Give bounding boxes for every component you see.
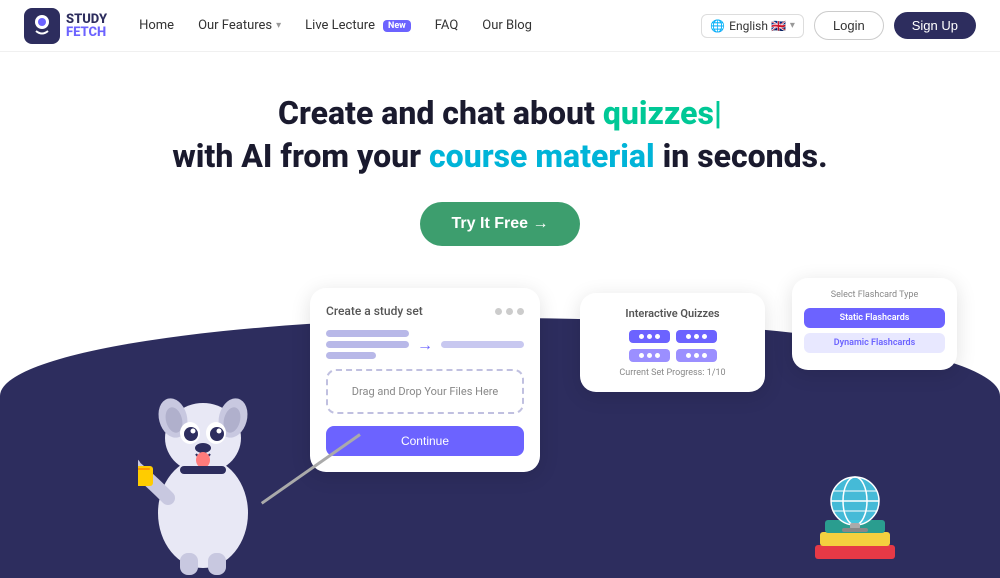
drop-label: Drag and Drop Your Files Here — [352, 385, 499, 398]
quiz-card-title: Interactive Quizzes — [594, 307, 751, 320]
nav-blog-label: Our Blog — [482, 18, 532, 33]
q-dot9 — [655, 353, 660, 358]
nav-live-lecture[interactable]: Live Lecture New — [305, 18, 411, 33]
line2 — [326, 341, 409, 348]
quiz-row1 — [594, 330, 751, 343]
nav-blog[interactable]: Our Blog — [482, 18, 532, 33]
quiz-btn1[interactable] — [629, 330, 670, 343]
flashcard-title: Select Flashcard Type — [804, 290, 945, 300]
logo-study-text: STUDY — [66, 13, 107, 26]
q-dot8 — [647, 353, 652, 358]
quiz-btn2[interactable] — [676, 330, 717, 343]
dot1 — [495, 308, 502, 315]
q-dot12 — [702, 353, 707, 358]
hero-title-part3: in seconds. — [655, 137, 828, 175]
signup-button[interactable]: Sign Up — [894, 12, 976, 39]
nav-links: Home Our Features ▾ Live Lecture New FAQ… — [139, 18, 701, 33]
card-line-right — [441, 341, 524, 348]
live-badge: New — [383, 20, 411, 32]
nav-faq-label: FAQ — [435, 18, 458, 33]
dot2 — [506, 308, 513, 315]
card-input-lines — [326, 330, 409, 359]
line1 — [326, 330, 409, 337]
quiz-row2 — [594, 349, 751, 362]
nav-home-label: Home — [139, 18, 174, 33]
dot3 — [517, 308, 524, 315]
logo[interactable]: STUDY FETCH — [24, 8, 107, 44]
nav-live-label: Live Lecture — [305, 18, 375, 33]
dynamic-flashcards-option[interactable]: Dynamic Flashcards — [804, 333, 945, 353]
language-selector[interactable]: 🌐 English 🇬🇧 ▾ — [701, 14, 804, 38]
q-dot2 — [647, 334, 652, 339]
q-dot1 — [639, 334, 644, 339]
card-drop-zone[interactable]: Drag and Drop Your Files Here — [326, 369, 524, 414]
quiz-progress-text: Current Set Progress: 1/10 — [594, 368, 751, 378]
lang-chevron-icon: ▾ — [790, 20, 795, 31]
q-dot11 — [694, 353, 699, 358]
nav-features-label: Our Features — [198, 18, 272, 33]
q-dot4 — [686, 334, 691, 339]
globe-books-illustration — [810, 473, 900, 573]
q-dot6 — [702, 334, 707, 339]
try-it-free-button[interactable]: Try It Free → — [420, 202, 581, 246]
logo-fetch-text: FETCH — [66, 26, 107, 39]
hero-section: Create and chat about quizzes| with AI f… — [0, 52, 1000, 578]
illustration-area: Create a study set → Drag and Drop Your … — [0, 278, 1000, 578]
card-flashcard-type: Select Flashcard Type Static Flashcards … — [792, 278, 957, 370]
card-study-header: Create a study set — [326, 304, 524, 318]
static-flashcards-option[interactable]: Static Flashcards — [804, 308, 945, 328]
nav-faq[interactable]: FAQ — [435, 18, 458, 33]
arrow-icon: → — [417, 335, 433, 355]
card-dots — [495, 308, 524, 315]
flag-icon: 🌐 — [710, 19, 725, 33]
q-dot10 — [686, 353, 691, 358]
login-button[interactable]: Login — [814, 11, 884, 40]
q-dot3 — [655, 334, 660, 339]
hero-title-blue: course material — [429, 137, 655, 175]
quiz-btn4[interactable] — [676, 349, 717, 362]
continue-button[interactable]: Continue — [326, 426, 524, 456]
card-input-row: → — [326, 330, 524, 359]
lang-label: English 🇬🇧 — [729, 19, 786, 33]
line3 — [326, 352, 376, 359]
features-chevron-icon: ▾ — [276, 20, 281, 31]
nav-home[interactable]: Home — [139, 18, 174, 33]
logo-icon — [24, 8, 60, 44]
dog-mascot — [138, 358, 268, 578]
card-interactive-quizzes: Interactive Quizzes — [580, 293, 765, 392]
navbar: STUDY FETCH Home Our Features ▾ Live Lec… — [0, 0, 1000, 52]
q-dot5 — [694, 334, 699, 339]
card-study-title: Create a study set — [326, 304, 423, 318]
hero-title-part2: with AI from your — [172, 137, 429, 175]
nav-right: 🌐 English 🇬🇧 ▾ Login Sign Up — [701, 11, 976, 40]
q-dot7 — [639, 353, 644, 358]
hero-title-green: quizzes| — [603, 94, 722, 132]
nav-features[interactable]: Our Features ▾ — [198, 18, 281, 33]
hero-title: Create and chat about quizzes| with AI f… — [0, 92, 1000, 178]
quiz-btn3[interactable] — [629, 349, 670, 362]
hero-title-part1: Create and chat about — [278, 94, 603, 132]
